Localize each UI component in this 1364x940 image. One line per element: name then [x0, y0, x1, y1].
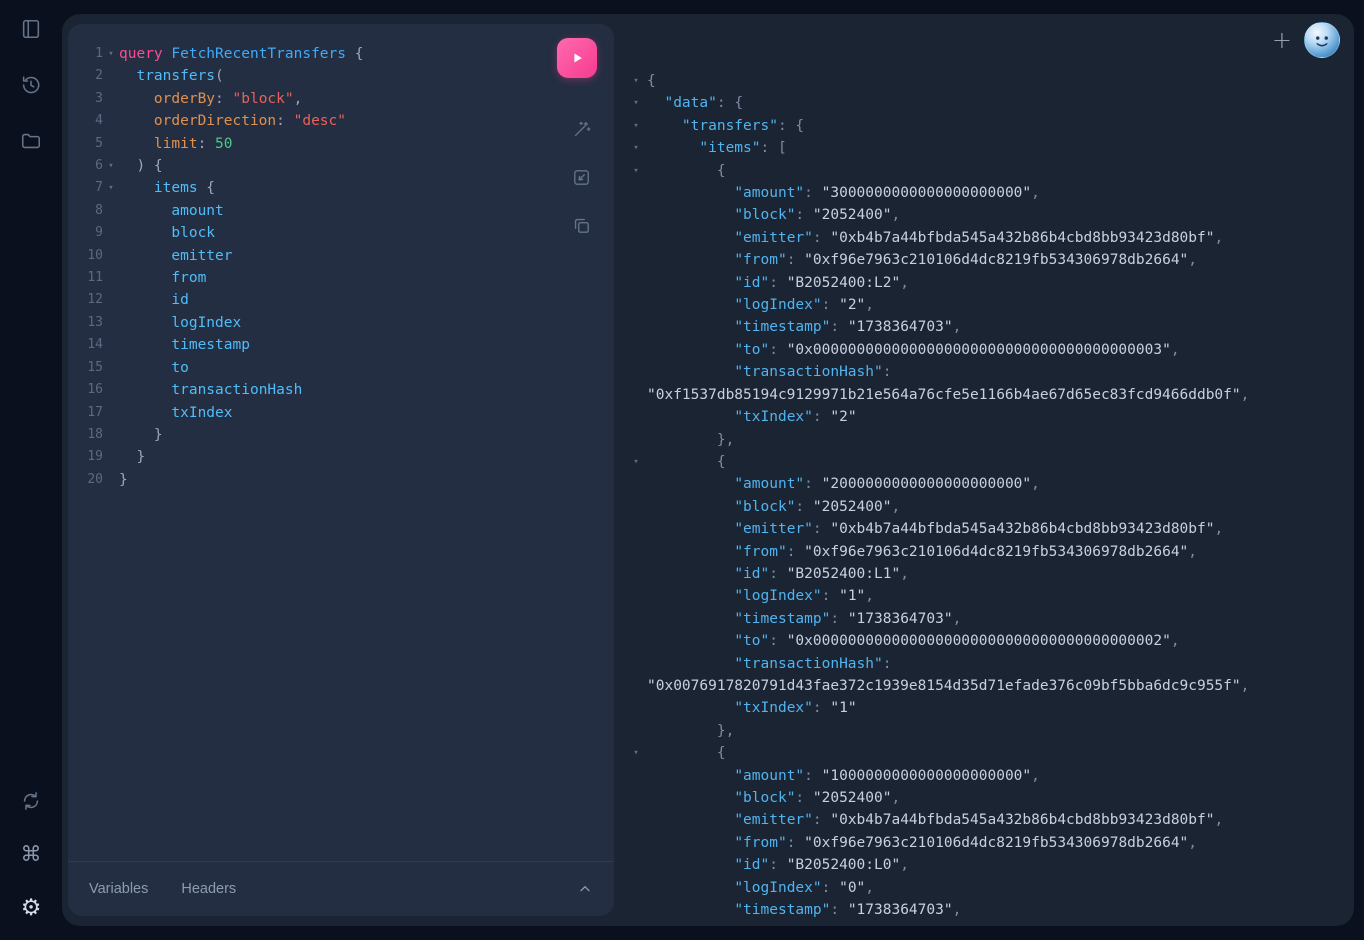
tab-variables[interactable]: Variables [89, 881, 148, 897]
editor-line[interactable]: 11 from [68, 267, 614, 289]
editor-line[interactable]: 17 txIndex [68, 402, 614, 424]
editor-footer: Variables Headers [68, 861, 614, 916]
response-line: "logIndex": "0", [622, 877, 1354, 899]
editor-line[interactable]: 1▾query FetchRecentTransfers { [68, 43, 614, 65]
response-line: "transactionHash": [622, 361, 1354, 383]
refetch-schema-icon[interactable] [20, 790, 42, 812]
editor-line[interactable]: 3 orderBy: "block", [68, 88, 614, 110]
fold-toggle-icon[interactable]: ▾ [103, 177, 119, 199]
merge-fragments-icon[interactable] [572, 168, 591, 187]
editor-line[interactable]: 19 } [68, 446, 614, 468]
editor-line[interactable]: 16 transactionHash [68, 379, 614, 401]
editor-line[interactable]: 5 limit: 50 [68, 133, 614, 155]
response-line: "amount": "1000000000000000000000", [622, 765, 1354, 787]
fold-toggle-icon[interactable]: ▾ [629, 92, 643, 114]
response-line: "from": "0xf96e7963c210106d4dc8219fb5343… [622, 249, 1354, 271]
topbar: + [1272, 22, 1340, 58]
response-line: "timestamp": "1738364703", [622, 899, 1354, 921]
response-line: "block": "2052400", [622, 787, 1354, 809]
chevron-up-icon[interactable] [577, 881, 593, 897]
response-line: ▾ "data": { [622, 92, 1354, 114]
response-line: ▾ { [622, 742, 1354, 764]
keyboard-shortcuts-icon[interactable]: ⌘ [21, 844, 42, 865]
response-line: "amount": "3000000000000000000000", [622, 182, 1354, 204]
response-line: "from": "0xf96e7963c210106d4dc8219fb5343… [622, 832, 1354, 854]
response-line: "emitter": "0xb4b7a44bfbda545a432b86b4cb… [622, 809, 1354, 831]
editor-line[interactable]: 20} [68, 469, 614, 491]
response-line: ▾ { [622, 451, 1354, 473]
response-line: "block": "2052400", [622, 204, 1354, 226]
response-line: }, [622, 720, 1354, 742]
prettify-icon[interactable] [572, 120, 591, 139]
response-line: ▾ "items": [ [622, 137, 1354, 159]
response-line: "0xf1537db85194c9129971b21e564a76cfe5e11… [622, 384, 1354, 406]
editor-line[interactable]: 4 orderDirection: "desc" [68, 110, 614, 132]
fold-toggle-icon[interactable]: ▾ [629, 115, 643, 137]
editor-line[interactable]: 6▾ ) { [68, 155, 614, 177]
response-line: "txIndex": "1" [622, 697, 1354, 719]
response-line: "emitter": "0xb4b7a44bfbda545a432b86b4cb… [622, 227, 1354, 249]
response-line: ▾ "transfers": { [622, 115, 1354, 137]
editor-line[interactable]: 7▾ items { [68, 177, 614, 199]
fold-toggle-icon[interactable]: ▾ [629, 742, 643, 764]
fold-toggle-icon[interactable]: ▾ [103, 43, 119, 65]
fold-toggle-icon[interactable]: ▾ [629, 451, 643, 473]
response-lines: ▾{▾ "data": {▾ "transfers": {▾ "items": … [622, 70, 1354, 921]
query-editor-lines: 1▾query FetchRecentTransfers {2 transfer… [68, 43, 614, 491]
fold-toggle-icon[interactable]: ▾ [629, 70, 643, 92]
app-sidebar: ⌘ ⚙ [0, 0, 62, 940]
response-panel: ▾{▾ "data": {▾ "transfers": {▾ "items": … [622, 14, 1354, 926]
query-editor[interactable]: 1▾query FetchRecentTransfers {2 transfer… [68, 24, 614, 861]
workspace-panel: 1▾query FetchRecentTransfers {2 transfer… [62, 14, 1354, 926]
response-line: "to": "0x0000000000000000000000000000000… [622, 339, 1354, 361]
editor-line[interactable]: 12 id [68, 289, 614, 311]
execute-query-button[interactable] [557, 38, 597, 78]
docs-icon[interactable] [20, 18, 42, 40]
collections-folder-icon[interactable] [20, 130, 42, 152]
fold-toggle-icon[interactable]: ▾ [629, 160, 643, 182]
response-line: "id": "B2052400:L1", [622, 563, 1354, 585]
response-line: "block": "2052400", [622, 496, 1354, 518]
response-line: "logIndex": "2", [622, 294, 1354, 316]
settings-gear-icon[interactable]: ⚙ [21, 897, 42, 920]
editor-line[interactable]: 14 timestamp [68, 334, 614, 356]
editor-line[interactable]: 9 block [68, 222, 614, 244]
history-icon[interactable] [20, 74, 42, 96]
response-line: "transactionHash": [622, 653, 1354, 675]
copy-query-icon[interactable] [572, 216, 591, 235]
response-line: ▾ { [622, 160, 1354, 182]
response-line: "from": "0xf96e7963c210106d4dc8219fb5343… [622, 541, 1354, 563]
response-line: "emitter": "0xb4b7a44bfbda545a432b86b4cb… [622, 518, 1354, 540]
response-line: "id": "B2052400:L0", [622, 854, 1354, 876]
editor-line[interactable]: 2 transfers( [68, 65, 614, 87]
editor-line[interactable]: 15 to [68, 357, 614, 379]
response-line: "0x0076917820791d43fae372c1939e8154d35d7… [622, 675, 1354, 697]
avatar-face-icon [1305, 23, 1339, 57]
response-line: "to": "0x0000000000000000000000000000000… [622, 630, 1354, 652]
editor-line[interactable]: 13 logIndex [68, 312, 614, 334]
response-line: "timestamp": "1738364703", [622, 608, 1354, 630]
tab-headers[interactable]: Headers [181, 881, 236, 897]
fold-toggle-icon[interactable]: ▾ [103, 155, 119, 177]
response-line: }, [622, 429, 1354, 451]
fold-toggle-icon[interactable]: ▾ [629, 137, 643, 159]
avatar[interactable] [1304, 22, 1340, 58]
editor-line[interactable]: 10 emitter [68, 245, 614, 267]
play-icon [568, 49, 586, 67]
editor-line[interactable]: 8 amount [68, 200, 614, 222]
response-line: "id": "B2052400:L2", [622, 272, 1354, 294]
query-editor-card: 1▾query FetchRecentTransfers {2 transfer… [68, 24, 614, 916]
response-line: "logIndex": "1", [622, 585, 1354, 607]
add-tab-button[interactable]: + [1272, 28, 1292, 52]
response-line: "timestamp": "1738364703", [622, 316, 1354, 338]
response-line: "amount": "2000000000000000000000", [622, 473, 1354, 495]
response-line: ▾{ [622, 70, 1354, 92]
response-line: "txIndex": "2" [622, 406, 1354, 428]
editor-line[interactable]: 18 } [68, 424, 614, 446]
